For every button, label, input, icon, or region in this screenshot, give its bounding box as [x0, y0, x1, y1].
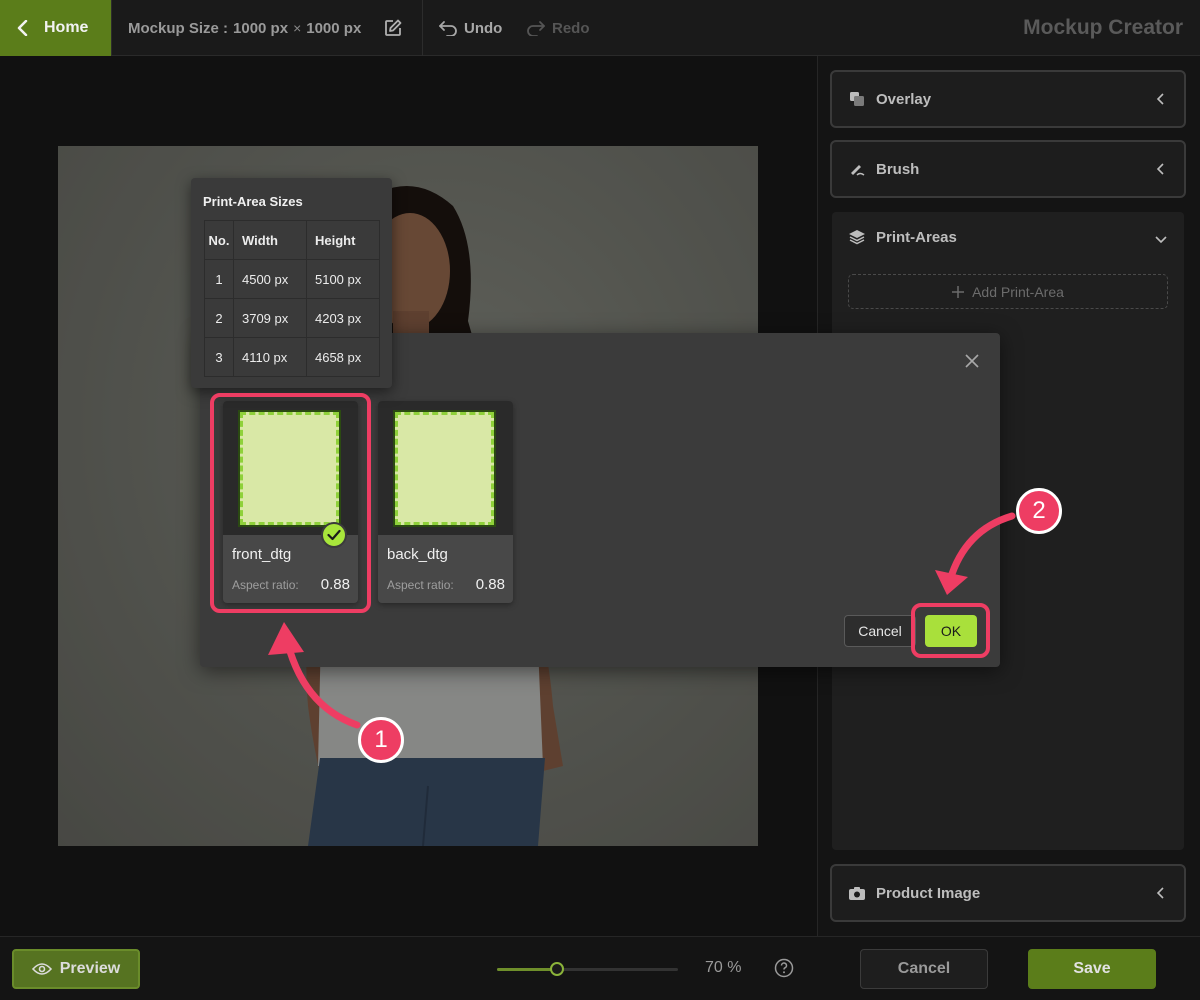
- zoom-slider[interactable]: [497, 962, 678, 976]
- row-width: 4500 px: [232, 259, 307, 299]
- cancel-button[interactable]: Cancel: [860, 949, 988, 989]
- highlight-front-card: [210, 393, 371, 613]
- bottom-bar: Preview 70 % Cancel Save: [0, 936, 1200, 1000]
- chevron-down-icon[interactable]: [1154, 232, 1168, 246]
- home-label: Home: [44, 19, 89, 36]
- add-print-area-button[interactable]: Add Print-Area: [848, 274, 1168, 309]
- edit-icon[interactable]: [384, 19, 402, 37]
- times-sign: ×: [293, 20, 302, 36]
- row-width: 4110 px: [232, 337, 307, 377]
- print-area-thumbnail: [378, 401, 513, 535]
- overlay-section-header[interactable]: Overlay: [830, 70, 1186, 128]
- help-icon[interactable]: [774, 958, 794, 978]
- brush-icon: [851, 165, 865, 176]
- mockup-height: 1000 px: [306, 19, 362, 37]
- undo-button[interactable]: Undo: [438, 0, 502, 56]
- redo-icon: [527, 21, 545, 36]
- home-button[interactable]: Home: [0, 0, 111, 56]
- table-header-row: No. Width Height: [204, 220, 381, 260]
- app-title: Mockup Creator: [1023, 16, 1183, 39]
- table-row: 1 4500 px 5100 px: [204, 259, 381, 299]
- divider: [422, 0, 423, 56]
- save-button[interactable]: Save: [1028, 949, 1156, 989]
- eye-icon: [31, 963, 52, 975]
- chevron-left-icon: [1156, 887, 1164, 899]
- undo-icon: [439, 21, 457, 36]
- zoom-value: 70 %: [705, 959, 742, 976]
- close-icon[interactable]: [963, 352, 981, 370]
- chevron-left-icon: [1156, 93, 1164, 105]
- aspect-ratio-value: 0.88: [475, 576, 505, 593]
- row-number: 1: [204, 259, 234, 299]
- row-number: 3: [204, 337, 234, 377]
- table-row: 2 3709 px 4203 px: [204, 298, 381, 338]
- zoom-slider-fill: [497, 968, 557, 971]
- step-badge-1: 1: [358, 717, 404, 763]
- top-bar: Home Mockup Size : 1000 px × 1000 px Und…: [0, 0, 1200, 56]
- brush-section-header[interactable]: Brush: [830, 140, 1186, 198]
- column-header: No.: [204, 220, 234, 260]
- redo-label: Redo: [552, 19, 590, 37]
- table-row: 3 4110 px 4658 px: [204, 337, 381, 377]
- divider: [111, 0, 112, 56]
- dialog-cancel-button[interactable]: Cancel: [844, 615, 916, 647]
- overlay-label: Overlay: [876, 90, 932, 108]
- plus-icon: [952, 285, 965, 298]
- sizes-table: No. Width Height 1 4500 px 5100 px 2 370…: [204, 220, 381, 377]
- print-area-preview: [393, 410, 496, 527]
- preview-label: Preview: [59, 960, 121, 977]
- print-area-name: back_dtg: [387, 546, 448, 563]
- camera-icon: [849, 887, 865, 900]
- print-areas-section-header[interactable]: Print-Areas: [848, 228, 957, 246]
- mockup-size: Mockup Size : 1000 px × 1000 px: [128, 0, 361, 56]
- product-image-label: Product Image: [876, 884, 981, 902]
- mockup-size-label: Mockup Size :: [128, 19, 229, 37]
- popover-title: Print-Area Sizes: [203, 194, 303, 209]
- redo-button[interactable]: Redo: [526, 0, 590, 56]
- zoom-slider-thumb[interactable]: [549, 962, 564, 976]
- mockup-width: 1000 px: [233, 19, 289, 37]
- chevron-left-icon: [17, 20, 28, 36]
- row-height: 4203 px: [305, 298, 381, 338]
- brush-label: Brush: [876, 160, 920, 178]
- row-height: 4658 px: [305, 337, 381, 377]
- overlay-icon: [850, 92, 864, 106]
- row-number: 2: [204, 298, 234, 338]
- row-width: 3709 px: [232, 298, 307, 338]
- column-header: Width: [232, 220, 307, 260]
- layers-icon: [849, 230, 865, 245]
- step-badge-2: 2: [1016, 488, 1062, 534]
- undo-label: Undo: [464, 19, 503, 37]
- column-header: Height: [305, 220, 381, 260]
- highlight-ok-button: [911, 603, 990, 658]
- product-image-section-header[interactable]: Product Image: [830, 864, 1186, 922]
- add-print-area-label: Add Print-Area: [972, 283, 1064, 300]
- print-area-card-back[interactable]: back_dtg Aspect ratio: 0.88: [378, 401, 513, 603]
- row-height: 5100 px: [305, 259, 381, 299]
- chevron-left-icon: [1156, 163, 1164, 175]
- preview-button[interactable]: Preview: [12, 949, 140, 989]
- print-area-sizes-popover: Print-Area Sizes No. Width Height 1 4500…: [191, 178, 392, 388]
- print-areas-label: Print-Areas: [876, 228, 957, 246]
- aspect-ratio-label: Aspect ratio:: [387, 578, 454, 592]
